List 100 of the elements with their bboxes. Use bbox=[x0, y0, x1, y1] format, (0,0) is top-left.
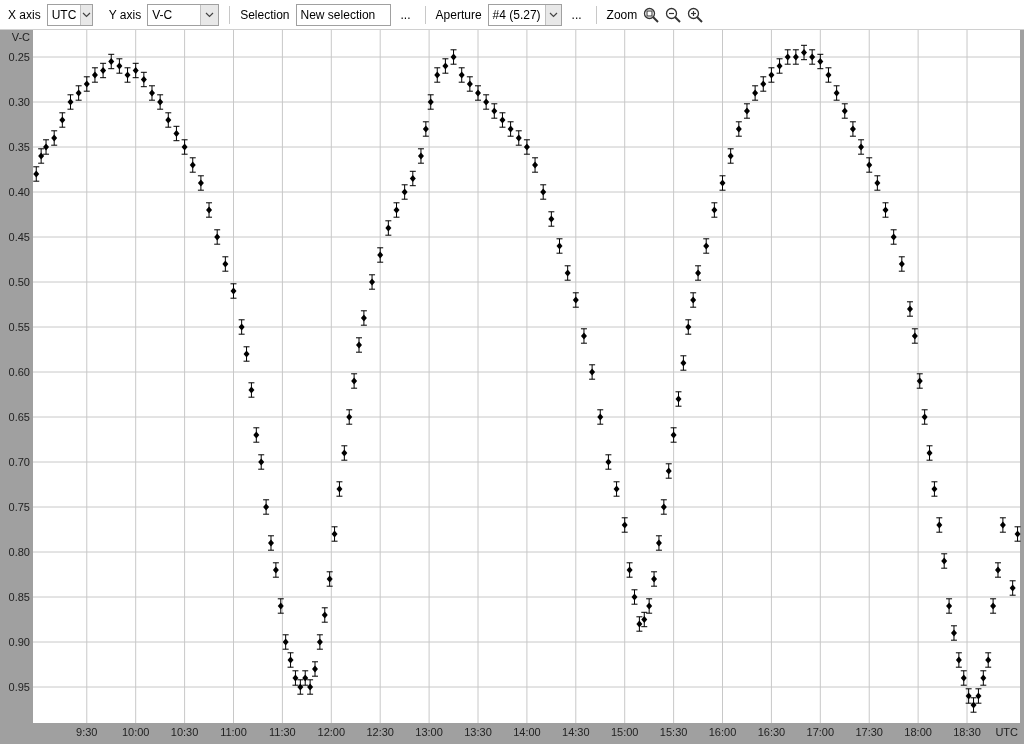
data-point bbox=[873, 175, 881, 191]
data-point bbox=[675, 391, 682, 407]
data-point bbox=[945, 598, 953, 614]
data-point bbox=[911, 328, 919, 344]
dropdown[interactable]: UTC bbox=[46, 3, 93, 26]
data-point bbox=[197, 175, 205, 191]
data-point bbox=[621, 517, 629, 533]
data-point bbox=[665, 463, 673, 479]
data-point bbox=[684, 319, 692, 335]
y-tick-label: 0.55 bbox=[8, 321, 30, 333]
data-point bbox=[613, 481, 621, 497]
y-tick-label: 0.80 bbox=[8, 546, 30, 558]
data-point bbox=[1014, 526, 1022, 542]
data-point bbox=[238, 319, 246, 335]
data-point bbox=[360, 310, 368, 326]
zoom-fit-icon[interactable] bbox=[643, 6, 660, 23]
caret-icon bbox=[548, 11, 558, 18]
data-point bbox=[417, 148, 425, 164]
data-point bbox=[950, 625, 958, 641]
x-tick-label: 15:00 bbox=[610, 726, 639, 738]
y-tick-label: 0.30 bbox=[8, 96, 30, 108]
x-tick-label: 10:30 bbox=[170, 726, 199, 738]
data-point bbox=[994, 562, 1002, 578]
data-point bbox=[262, 499, 270, 515]
toolbar-label: X axis bbox=[8, 6, 41, 24]
data-point bbox=[376, 247, 384, 263]
data-point bbox=[882, 202, 889, 218]
data-point bbox=[940, 553, 948, 569]
data-point bbox=[857, 139, 865, 155]
data-point bbox=[979, 670, 987, 686]
data-point bbox=[999, 517, 1007, 533]
data-point bbox=[865, 157, 873, 173]
x-tick-label: 13:00 bbox=[415, 726, 443, 738]
toolbar-label: Y axis bbox=[108, 6, 142, 24]
x-tick-label: 16:00 bbox=[708, 726, 737, 738]
data-point bbox=[679, 355, 687, 371]
x-tick-label: 18:30 bbox=[953, 726, 981, 738]
x-tick-label: 18:00 bbox=[904, 726, 932, 738]
data-point bbox=[916, 373, 924, 389]
data-point bbox=[311, 661, 319, 677]
data-point bbox=[655, 535, 663, 551]
x-tick-label: 14:30 bbox=[562, 726, 590, 738]
y-tick-label: 0.75 bbox=[8, 501, 30, 513]
data-point bbox=[205, 202, 213, 218]
zoom-out-icon[interactable] bbox=[665, 6, 682, 23]
more-button[interactable]: ... bbox=[567, 5, 586, 24]
data-point bbox=[326, 571, 334, 587]
data-point bbox=[833, 85, 841, 101]
y-tick-label: 0.35 bbox=[8, 141, 30, 153]
data-point bbox=[735, 121, 743, 137]
data-point bbox=[272, 562, 280, 578]
y-tick-label: 0.45 bbox=[8, 231, 30, 243]
dropdown[interactable]: V-C bbox=[147, 3, 220, 26]
data-point bbox=[230, 283, 237, 299]
selection-field[interactable]: New selection bbox=[295, 3, 391, 26]
data-point bbox=[926, 445, 934, 461]
y-tick-label: 0.70 bbox=[8, 456, 30, 468]
data-point bbox=[393, 202, 400, 218]
data-point bbox=[345, 409, 353, 425]
x-tick-label: 12:00 bbox=[317, 726, 346, 738]
y-tick-label: 0.65 bbox=[8, 411, 30, 423]
x-tick-label: 17:30 bbox=[855, 726, 883, 738]
data-point bbox=[650, 571, 658, 587]
toolbar-label: Selection bbox=[240, 6, 290, 24]
data-point bbox=[58, 112, 66, 128]
data-point bbox=[321, 607, 329, 623]
data-point bbox=[727, 148, 735, 164]
zoom-in-icon[interactable] bbox=[687, 6, 704, 23]
data-point bbox=[277, 598, 285, 614]
data-point bbox=[689, 292, 697, 308]
data-point bbox=[287, 652, 295, 668]
data-point bbox=[189, 157, 197, 173]
data-point bbox=[282, 634, 290, 650]
data-point bbox=[989, 598, 997, 614]
data-point bbox=[670, 427, 678, 443]
data-point bbox=[368, 274, 376, 290]
dropdown[interactable]: #4 (5.27) bbox=[487, 3, 562, 26]
more-button[interactable]: ... bbox=[396, 5, 415, 24]
y-tick-label: 0.60 bbox=[8, 366, 30, 378]
data-point bbox=[531, 157, 539, 173]
x-tick-label: 12:30 bbox=[366, 726, 394, 738]
data-point bbox=[247, 382, 255, 398]
data-point bbox=[539, 184, 547, 200]
data-point bbox=[221, 256, 229, 272]
y-tick-label: 0.85 bbox=[8, 591, 30, 603]
data-point bbox=[316, 634, 324, 650]
data-point bbox=[984, 652, 992, 668]
data-point bbox=[340, 445, 348, 461]
y-tick-label: 0.50 bbox=[8, 276, 30, 288]
data-point bbox=[213, 229, 221, 245]
data-point bbox=[547, 211, 555, 227]
data-point bbox=[930, 481, 938, 497]
data-point bbox=[350, 373, 358, 389]
data-point bbox=[841, 103, 849, 119]
data-point bbox=[890, 229, 898, 245]
toolbar-label: Zoom bbox=[606, 6, 638, 24]
data-point bbox=[743, 103, 751, 119]
x-tick-label: 10:00 bbox=[121, 726, 150, 738]
data-point bbox=[631, 589, 638, 605]
y-tick-label: 0.90 bbox=[8, 636, 30, 648]
